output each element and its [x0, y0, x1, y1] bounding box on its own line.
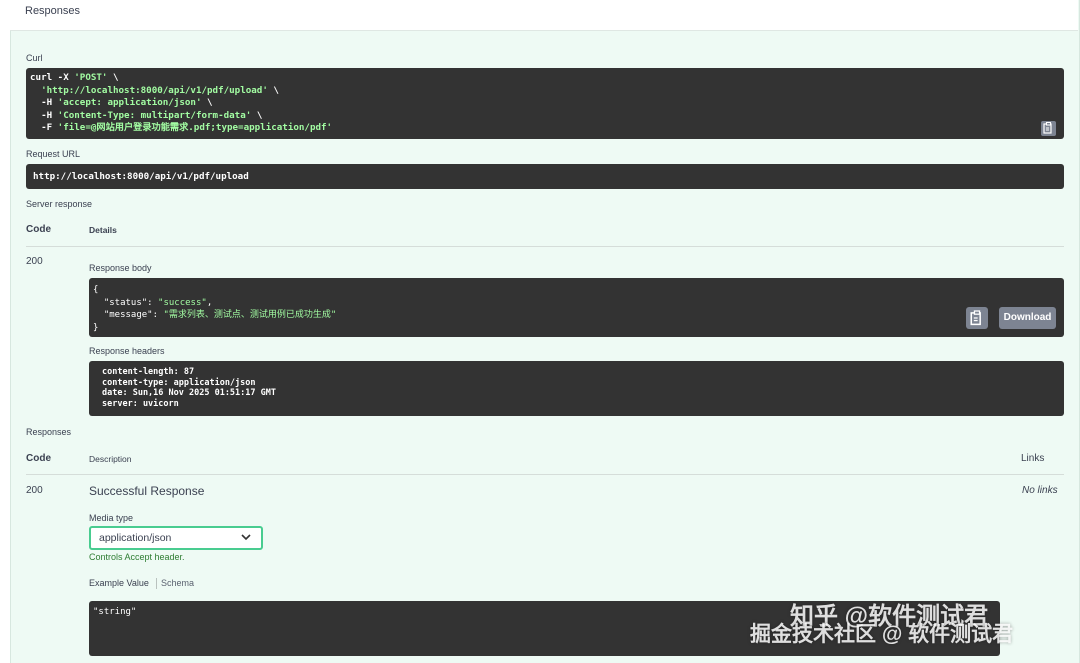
juejin-watermark: 掘金技术社区 @ 软件测试君 [750, 623, 1014, 646]
responses-status-code: 200 [26, 485, 43, 496]
header-line: date: Sun,16 Nov 2025 01:51:17 GMT [102, 388, 276, 398]
json-line-1: { [93, 285, 99, 295]
curl-copy-button[interactable] [1041, 121, 1056, 136]
example-value-tab[interactable]: Example Value [89, 578, 149, 588]
header-line: content-length: 87 [102, 367, 195, 377]
server-details-header: Details [89, 225, 117, 235]
controls-accept-note: Controls Accept header. [89, 552, 185, 562]
chevron-down-icon [241, 534, 251, 541]
curl-label: Curl [26, 53, 43, 63]
download-button[interactable]: Download [999, 307, 1056, 329]
responses-section-header: Responses [10, 0, 1078, 31]
responses-label: Responses [26, 427, 72, 437]
media-type-value: application/json [99, 532, 172, 544]
request-url-value: http://localhost:8000/api/v1/pdf/upload [33, 171, 249, 182]
schema-tab[interactable]: Schema [161, 578, 194, 588]
response-headers-label: Response headers [89, 346, 165, 356]
media-type-label: Media type [89, 513, 134, 523]
json-line-2: "status": "success", [93, 297, 213, 308]
server-status-code: 200 [26, 256, 43, 267]
curl-code-block[interactable]: curl -X 'POST' \ 'http://localhost:8000/… [26, 68, 1064, 139]
response-body-copy-button[interactable] [966, 307, 988, 329]
responses-links-header: Links [1021, 453, 1045, 464]
media-type-select[interactable]: application/json [89, 526, 263, 550]
curl-line-4: -H 'Content-Type: multipart/form-data' \ [30, 109, 263, 121]
curl-line-3: -H 'accept: application/json' \ [30, 97, 213, 108]
responses-header-divider [26, 474, 1064, 475]
copy-icon [1043, 122, 1052, 134]
request-url-block[interactable]: http://localhost:8000/api/v1/pdf/upload [26, 164, 1064, 189]
header-line: content-type: application/json [102, 377, 256, 388]
copy-icon [970, 310, 981, 326]
request-url-label: Request URL [26, 149, 81, 159]
responses-description-header: Description [89, 454, 132, 464]
server-code-header: Code [26, 224, 51, 235]
server-header-divider [26, 246, 1064, 247]
server-response-label: Server response [26, 199, 93, 209]
curl-line-5: -F 'file=@网站用户登录功能需求.pdf;type=applicatio… [30, 122, 333, 133]
responses-title: Responses [25, 5, 81, 17]
tab-divider [156, 578, 157, 589]
json-line-3: "message": "需求列表、测试点、测试用例已成功生成" [93, 310, 337, 320]
responses-links-value: No links [1022, 485, 1058, 496]
response-headers-block[interactable]: content-length: 87 content-type: applica… [89, 361, 1064, 416]
responses-code-header: Code [26, 453, 51, 464]
response-body-label: Response body [89, 263, 152, 273]
responses-description: Successful Response [89, 484, 205, 498]
curl-line-1: curl -X 'POST' \ [30, 72, 119, 83]
curl-line-2: 'http://localhost:8000/api/v1/pdf/upload… [41, 84, 279, 96]
response-body-block[interactable]: { "status": "success", "message": "需求列表、… [89, 278, 1064, 337]
header-line: server: uvicorn [102, 398, 179, 409]
json-line-4: } [93, 322, 99, 333]
